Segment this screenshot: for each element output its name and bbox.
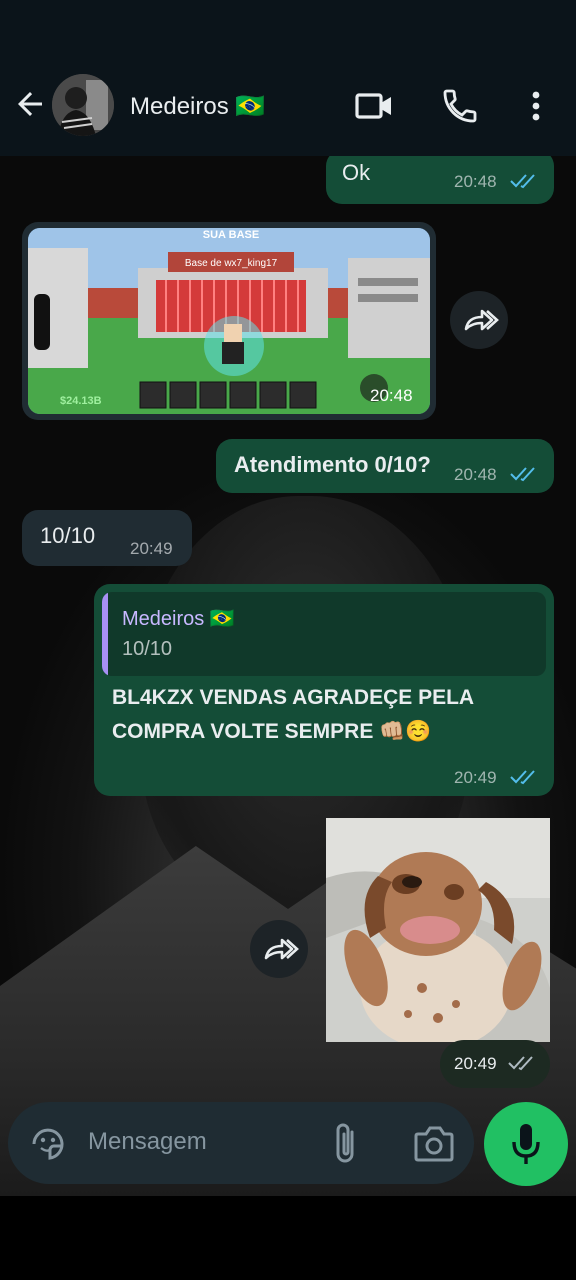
quoted-text: 10/10 bbox=[122, 638, 173, 660]
game-base-label: Base de wx7_king17 bbox=[185, 258, 278, 269]
message-text-line1: BL4KZX VENDAS AGRADEÇE PELA bbox=[112, 686, 475, 709]
forward-button[interactable] bbox=[450, 291, 508, 349]
message-bubble-outgoing[interactable]: Ok 20:48 bbox=[326, 156, 554, 204]
mic-button[interactable] bbox=[484, 1102, 568, 1186]
sticker-icon[interactable] bbox=[28, 1124, 68, 1164]
attach-icon[interactable] bbox=[328, 1122, 364, 1166]
message-time: 20:49 bbox=[130, 539, 173, 558]
back-arrow-icon[interactable] bbox=[12, 86, 48, 122]
message-text: 10/10 bbox=[40, 523, 96, 548]
message-time: 20:49 bbox=[454, 768, 497, 787]
reply-message-outgoing[interactable]: Medeiros 🇧🇷 10/10 BL4KZX VENDAS AGRADEÇE… bbox=[94, 584, 554, 796]
avatar[interactable] bbox=[52, 74, 114, 136]
system-nav-bar bbox=[0, 1196, 576, 1280]
message-time: 20:48 bbox=[454, 172, 497, 191]
chat-header: Medeiros 🇧🇷 bbox=[0, 60, 576, 156]
quoted-message[interactable]: Medeiros 🇧🇷 10/10 bbox=[102, 592, 546, 676]
more-options-icon[interactable] bbox=[516, 86, 556, 126]
message-text: Ok bbox=[342, 160, 371, 185]
chat-area[interactable]: Ok 20:48 Base de wx7_king17 SUA BASE $24… bbox=[0, 156, 576, 1196]
read-ticks-icon bbox=[510, 467, 535, 482]
message-bubble-incoming[interactable]: 10/10 20:49 bbox=[22, 510, 192, 566]
game-money-text: $24.13B bbox=[60, 395, 102, 407]
quoted-author: Medeiros 🇧🇷 bbox=[122, 608, 235, 630]
camera-icon[interactable] bbox=[412, 1124, 456, 1164]
message-text: Atendimento 0/10? bbox=[234, 452, 431, 477]
status-bar bbox=[0, 0, 576, 60]
read-ticks-icon bbox=[510, 770, 535, 785]
image-message-incoming[interactable]: Base de wx7_king17 SUA BASE $24.13B 20:4… bbox=[22, 222, 436, 420]
microphone-icon bbox=[512, 1124, 540, 1164]
message-bubble-outgoing[interactable]: Atendimento 0/10? 20:48 bbox=[216, 439, 554, 493]
game-banner-text: SUA BASE bbox=[203, 229, 259, 241]
message-time: 20:48 bbox=[454, 465, 497, 484]
message-text-line2-text: COMPRA VOLTE SEMPRE bbox=[112, 720, 374, 743]
message-composer[interactable]: Mensagem bbox=[8, 1102, 474, 1184]
message-input[interactable]: Mensagem bbox=[88, 1128, 207, 1156]
quote-accent-bar bbox=[102, 592, 108, 676]
forward-icon bbox=[264, 938, 299, 960]
forward-button[interactable] bbox=[250, 920, 308, 978]
video-call-icon[interactable] bbox=[354, 86, 394, 126]
contact-name[interactable]: Medeiros 🇧🇷 bbox=[130, 92, 265, 121]
message-text-line2: COMPRA VOLTE SEMPRE 👊🏼☺️ bbox=[112, 720, 432, 744]
dog-image[interactable] bbox=[326, 818, 550, 1042]
message-time: 20:48 bbox=[370, 386, 413, 405]
message-emoji: 👊🏼☺️ bbox=[379, 720, 432, 743]
read-ticks-icon bbox=[510, 174, 535, 189]
message-time: 20:49 bbox=[454, 1054, 497, 1073]
phone-call-icon[interactable] bbox=[440, 86, 480, 126]
delivered-ticks-icon bbox=[508, 1056, 533, 1071]
forward-icon bbox=[464, 309, 499, 331]
image-timestamp-pill: 20:49 bbox=[440, 1040, 550, 1088]
